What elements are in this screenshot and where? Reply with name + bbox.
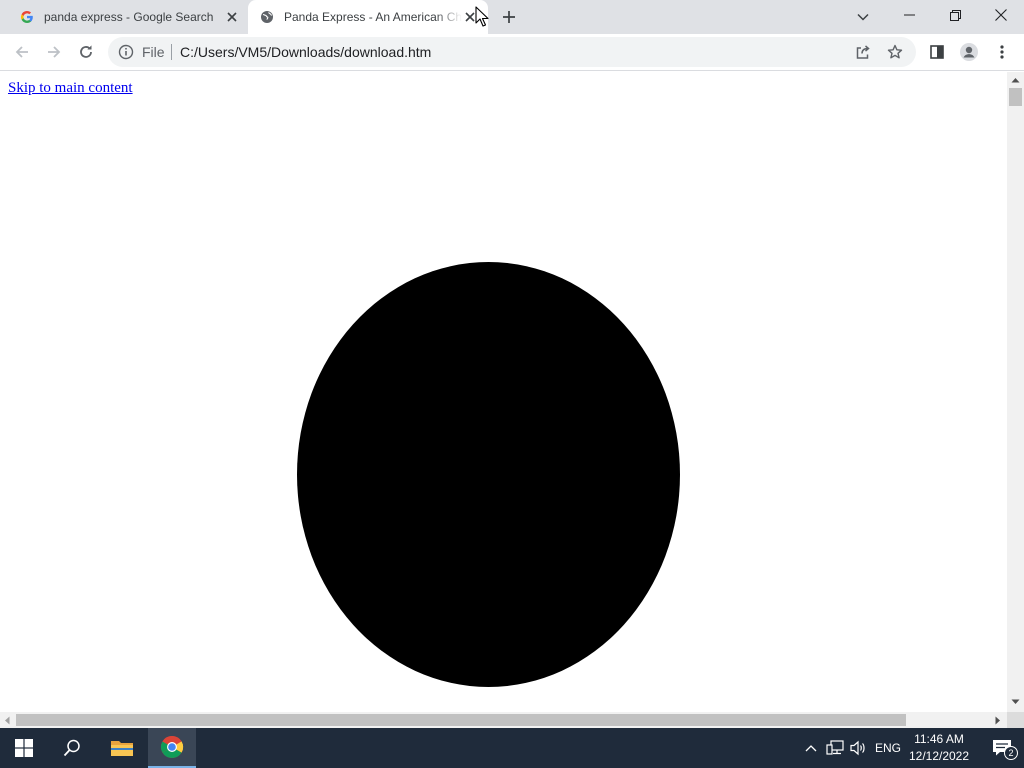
profile-avatar-icon <box>960 43 978 61</box>
vertical-scroll-thumb[interactable] <box>1009 88 1022 106</box>
black-circle-image <box>297 262 680 687</box>
tab-title: panda express - Google Search <box>44 10 214 24</box>
close-window-button[interactable] <box>978 0 1024 30</box>
horizontal-scrollbar[interactable] <box>0 712 1007 728</box>
info-icon[interactable] <box>118 44 134 60</box>
mouse-pointer-icon <box>475 6 489 27</box>
url-separator <box>171 44 172 60</box>
tab-google-search[interactable]: panda express - Google Search <box>8 0 246 34</box>
file-explorer-button[interactable] <box>98 728 146 768</box>
vertical-scrollbar[interactable] <box>1007 72 1024 712</box>
profile-button[interactable] <box>956 39 982 65</box>
bookmark-star-icon[interactable] <box>886 43 904 61</box>
url-scheme-label: File <box>142 44 165 60</box>
side-panel-button[interactable] <box>924 39 950 65</box>
arrow-left-icon <box>15 46 28 58</box>
kebab-menu-icon <box>1000 45 1004 59</box>
share-icon[interactable] <box>854 43 872 61</box>
input-language-indicator[interactable]: ENG <box>872 728 904 768</box>
restore-icon <box>949 9 961 21</box>
tab-strip: panda express - Google Search Panda Expr… <box>0 0 1024 34</box>
side-panel-icon <box>930 45 944 59</box>
new-tab-button[interactable] <box>498 6 520 28</box>
forward-button[interactable] <box>41 39 67 65</box>
close-tab-icon[interactable] <box>224 9 240 25</box>
url-text[interactable]: C:/Users/VM5/Downloads/download.htm <box>180 45 431 59</box>
taskbar-search-button[interactable] <box>48 728 96 768</box>
search-icon <box>63 739 80 757</box>
volume-icon[interactable] <box>848 728 870 768</box>
close-icon <box>995 9 1007 21</box>
menu-button[interactable] <box>989 39 1015 65</box>
plus-icon <box>503 11 515 23</box>
horizontal-scroll-thumb[interactable] <box>16 714 906 726</box>
chrome-taskbar-button[interactable] <box>148 728 196 768</box>
browser-toolbar: File C:/Users/VM5/Downloads/download.htm <box>0 34 1024 71</box>
skip-to-main-content-link[interactable]: Skip to main content <box>8 80 133 97</box>
google-g-icon <box>20 10 34 24</box>
notification-count-badge: 2 <box>1004 746 1018 760</box>
start-button[interactable] <box>0 728 48 768</box>
chevron-down-icon <box>857 13 869 21</box>
network-icon[interactable] <box>824 728 846 768</box>
clock-time: 11:46 AM <box>914 732 964 746</box>
taskbar-clock[interactable]: 11:46 AM 12/12/2022 <box>904 731 974 765</box>
clock-date: 12/12/2022 <box>908 749 970 763</box>
minimize-icon <box>903 14 915 16</box>
reload-button[interactable] <box>73 39 99 65</box>
scroll-down-arrow-icon[interactable] <box>1011 698 1020 706</box>
folder-icon <box>111 741 133 756</box>
scroll-up-arrow-icon[interactable] <box>1011 76 1020 84</box>
reload-icon <box>80 45 92 58</box>
scroll-right-arrow-icon[interactable] <box>994 716 1002 725</box>
scrollbar-corner <box>1007 712 1024 728</box>
arrow-right-icon <box>48 46 61 58</box>
windows-logo-icon <box>15 739 33 757</box>
tab-search-button[interactable] <box>852 6 874 28</box>
chrome-icon <box>160 736 184 758</box>
show-hidden-icons-button[interactable] <box>800 728 822 768</box>
tab-title: Panda Express - An American Chi <box>284 10 462 24</box>
minimize-button[interactable] <box>886 0 932 30</box>
back-button[interactable] <box>9 39 35 65</box>
page-viewport: Skip to main content <box>0 72 1007 712</box>
address-bar[interactable]: File C:/Users/VM5/Downloads/download.htm <box>108 37 916 67</box>
tab-panda-express[interactable]: Panda Express - An American Chi <box>248 0 488 34</box>
windows-taskbar: ENG 11:46 AM 12/12/2022 2 <box>0 728 1024 768</box>
scroll-left-arrow-icon[interactable] <box>3 716 11 725</box>
action-center-button[interactable]: 2 <box>980 728 1024 768</box>
restore-button[interactable] <box>932 0 978 30</box>
chevron-up-icon <box>805 745 817 752</box>
globe-icon <box>260 10 274 24</box>
